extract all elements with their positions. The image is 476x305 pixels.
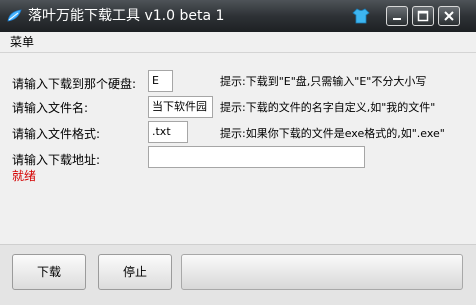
- maximize-button[interactable]: [412, 6, 434, 26]
- shirt-icon[interactable]: [352, 7, 370, 25]
- disk-input[interactable]: E: [148, 70, 173, 92]
- menu-bar: 菜单: [0, 32, 476, 53]
- window-title: 落叶万能下载工具 v1.0 beta 1: [28, 8, 225, 24]
- filename-hint: 提示:下载的文件的名字自定义,如"我的文件": [220, 101, 436, 114]
- download-button[interactable]: 下载: [12, 254, 86, 290]
- minimize-icon: [393, 18, 401, 20]
- filename-input[interactable]: 当下软件园: [148, 96, 213, 118]
- disk-label: 请输入下载到那个硬盘:: [12, 77, 137, 91]
- url-input[interactable]: [148, 146, 365, 168]
- disk-hint: 提示:下载到"E"盘,只需输入"E"不分大小写: [220, 75, 427, 88]
- status-text: 就绪: [12, 169, 37, 183]
- close-icon: [444, 11, 454, 21]
- title-bar[interactable]: 落叶万能下载工具 v1.0 beta 1: [0, 0, 476, 32]
- filename-label: 请输入文件名:: [12, 101, 89, 115]
- format-input[interactable]: .txt: [148, 121, 188, 143]
- app-window: 落叶万能下载工具 v1.0 beta 1 菜单 请输入下载到那个硬盘: E 提示…: [0, 0, 476, 305]
- format-label: 请输入文件格式:: [12, 127, 101, 141]
- close-button[interactable]: [438, 6, 460, 26]
- format-hint: 提示:如果你下载的文件是exe格式的,如".exe": [220, 127, 445, 140]
- url-label: 请输入下载地址:: [12, 153, 101, 167]
- leaf-app-icon: [6, 8, 24, 24]
- maximize-icon: [417, 10, 429, 22]
- stop-button[interactable]: 停止: [98, 254, 172, 290]
- progress-bar: [181, 254, 463, 290]
- minimize-button[interactable]: [386, 6, 408, 26]
- menu-item-main[interactable]: 菜单: [10, 34, 34, 50]
